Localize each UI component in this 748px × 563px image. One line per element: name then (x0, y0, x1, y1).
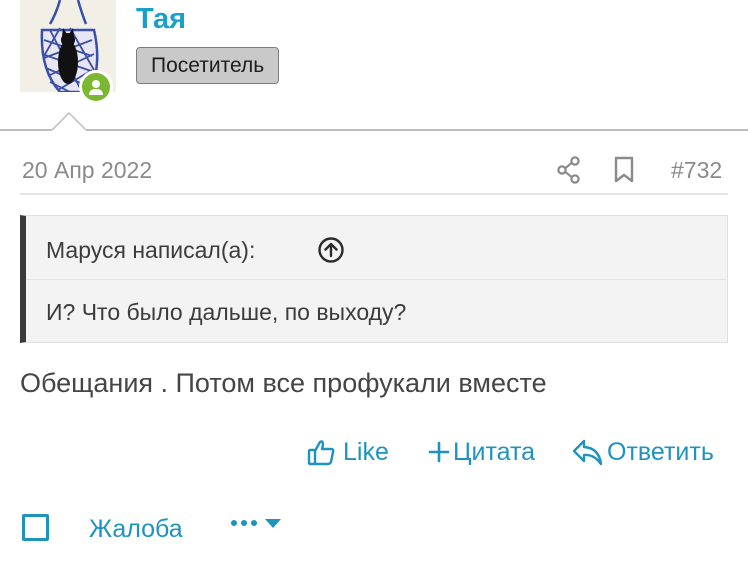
bookmark-icon (614, 156, 634, 183)
message-body: Обещания . Потом все профукали вместе (20, 368, 547, 398)
quote-block: Маруся написал(а): И? Что было дальше, п… (20, 215, 728, 343)
quote-jump-button[interactable] (317, 236, 345, 269)
arrow-up-circle-icon (318, 237, 344, 263)
post-number-link[interactable]: #732 (671, 155, 722, 185)
reply-button[interactable]: Ответить (572, 437, 714, 467)
user-role-badge: Посетитель (136, 47, 280, 84)
divider (0, 129, 748, 131)
quote-author[interactable]: Маруся написал(а): (46, 236, 255, 264)
message-pointer (52, 112, 86, 146)
more-options-button[interactable] (230, 517, 282, 529)
meta-divider (20, 193, 728, 195)
post-date[interactable]: 20 Апр 2022 (22, 155, 152, 185)
report-link[interactable]: Жалоба (89, 514, 183, 544)
online-status (79, 70, 113, 104)
plus-icon (428, 441, 450, 463)
bookmark-button[interactable] (613, 156, 635, 189)
quote-label: Цитата (453, 438, 536, 466)
reply-label: Ответить (607, 438, 714, 466)
like-label: Like (343, 438, 389, 466)
reply-icon (572, 439, 603, 466)
share-icon (557, 156, 580, 184)
quote-button[interactable]: Цитата (428, 437, 535, 467)
share-button[interactable] (556, 156, 582, 189)
thumbs-up-icon (307, 440, 335, 466)
chevron-down-icon (265, 519, 281, 528)
username-link[interactable]: Тая (136, 2, 186, 36)
select-checkbox[interactable] (22, 514, 49, 541)
user-online-icon (89, 80, 103, 95)
like-button[interactable]: Like (306, 437, 389, 467)
quote-header: Маруся написал(а): (26, 216, 727, 280)
quote-text: И? Что было дальше, по выходу? (46, 299, 407, 325)
more-dots-icon (231, 520, 257, 526)
